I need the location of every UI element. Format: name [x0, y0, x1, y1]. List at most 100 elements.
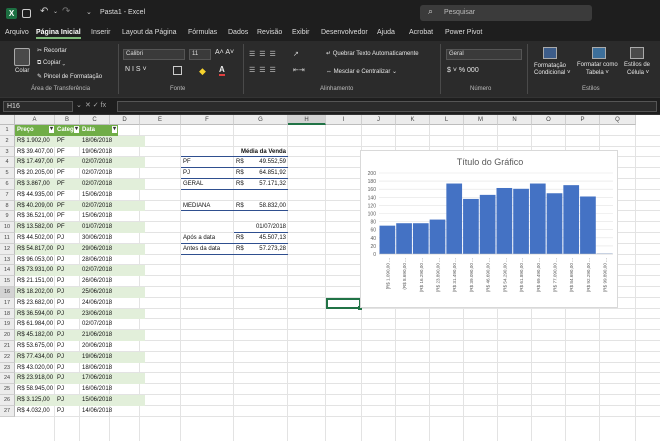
paste-button[interactable]: Colar [15, 68, 29, 74]
row-header-20[interactable]: 20 [0, 330, 15, 341]
date-cell[interactable]: 15/06/2018 [80, 190, 145, 201]
price-cell[interactable]: R$ 23.918,00 [15, 373, 55, 385]
date-cell[interactable]: 02/07/2018 [80, 265, 145, 277]
price-cell[interactable]: R$ 40.209,00 [15, 200, 55, 212]
summary-label-pf[interactable]: PF [181, 157, 234, 169]
price-cell[interactable]: R$ 1.902,00 [15, 135, 55, 147]
column-header-o[interactable]: O [532, 115, 566, 125]
date-cell[interactable]: 26/06/2018 [80, 276, 145, 287]
price-cell[interactable]: R$ 43.020,00 [15, 363, 55, 374]
row-header-3[interactable]: 3 [0, 146, 15, 158]
number-format-buttons[interactable]: $ ˅ % 000 [447, 67, 479, 74]
category-cell[interactable]: PJ [55, 287, 80, 298]
table-header-cell[interactable]: Data ▾ [80, 125, 118, 136]
category-cell[interactable]: PJ [55, 319, 80, 330]
summary-currency-apos[interactable]: R$ [234, 233, 254, 244]
summary-currency-pf[interactable]: R$ [234, 157, 254, 169]
summary-date-cell[interactable]: 01/07/2018 [234, 222, 288, 233]
row-header-12[interactable]: 12 [0, 243, 15, 255]
font-name-select[interactable]: Calibri [123, 49, 185, 60]
date-cell[interactable]: 17/06/2018 [80, 373, 145, 385]
category-cell[interactable]: PJ [55, 363, 80, 374]
tab-revisao[interactable]: Revisão [257, 29, 282, 36]
price-cell[interactable]: R$ 21.151,00 [15, 276, 55, 287]
grow-shrink-font-icons[interactable]: A˄ A˅ [215, 49, 234, 56]
column-header-f[interactable]: F [181, 115, 234, 125]
date-cell[interactable]: 19/06/2018 [80, 147, 145, 158]
row-header-6[interactable]: 6 [0, 179, 15, 190]
column-header-n[interactable]: N [498, 115, 532, 125]
price-cell[interactable]: R$ 73.931,00 [15, 265, 55, 277]
wrap-text-button[interactable]: ↵ Quebrar Texto Automaticamente [326, 50, 419, 57]
price-cell[interactable]: R$ 23.682,00 [15, 298, 55, 309]
row-header-13[interactable]: 13 [0, 254, 15, 266]
date-cell[interactable]: 01/07/2018 [80, 222, 145, 233]
undo-dropdown-icon[interactable]: ⌄ [53, 8, 58, 15]
tab-exibir[interactable]: Exibir [292, 29, 310, 36]
tab-formulas[interactable]: Fórmulas [188, 29, 217, 36]
price-cell[interactable]: R$ 45.182,00 [15, 330, 55, 341]
summary-header-cell[interactable]: Média da Venda [181, 147, 288, 158]
format-painter-button[interactable]: ✎ Pincel de Formatação [37, 73, 102, 80]
row-header-2[interactable]: 2 [0, 135, 15, 147]
row-header-9[interactable]: 9 [0, 211, 15, 223]
category-cell[interactable]: PJ [55, 351, 80, 363]
date-cell[interactable]: 02/07/2018 [80, 319, 145, 330]
date-cell[interactable]: 18/06/2018 [80, 363, 145, 374]
select-all-corner[interactable] [0, 115, 15, 125]
font-color-icon[interactable]: A [219, 65, 225, 76]
column-header-g[interactable]: G [234, 115, 288, 125]
selected-cell-h16[interactable] [326, 298, 361, 309]
column-header-q[interactable]: Q [600, 115, 636, 125]
category-cell[interactable]: PJ [55, 341, 80, 352]
category-cell[interactable]: PJ [55, 395, 80, 406]
merge-center-button[interactable]: ⇔ Mesclar e Centralizar ⌄ [326, 68, 397, 75]
paste-icon[interactable] [14, 48, 30, 66]
summary-value-pf[interactable]: 49.552,59 [254, 157, 288, 169]
row-header-7[interactable]: 7 [0, 189, 15, 201]
summary-currency-pj[interactable]: R$ [234, 168, 254, 179]
row-header-11[interactable]: 11 [0, 233, 15, 244]
price-cell[interactable]: R$ 44.502,00 [15, 233, 55, 244]
table-header-cell[interactable]: Categoria▾ [55, 125, 80, 136]
summary-label-antes[interactable]: Antes da data [181, 244, 234, 255]
category-cell[interactable]: PJ [55, 255, 80, 266]
summary-value-antes[interactable]: 57.273,28 [254, 244, 288, 255]
bold-italic-underline-buttons[interactable]: N I S ˅ [125, 66, 147, 73]
category-cell[interactable]: PF [55, 157, 80, 169]
tab-dados[interactable]: Dados [228, 29, 248, 36]
row-header-14[interactable]: 14 [0, 265, 15, 277]
tab-acrobat[interactable]: Acrobat [409, 29, 433, 36]
price-cell[interactable]: R$ 3.125,00 [15, 395, 55, 406]
row-header-1[interactable]: 1 [0, 125, 15, 136]
column-header-d[interactable]: D [110, 115, 140, 125]
vertical-align-icons[interactable]: ☰ ☰ ☰ [249, 50, 277, 58]
category-cell[interactable]: PJ [55, 330, 80, 341]
table-header-cell[interactable]: Preço ▾ [15, 125, 55, 136]
format-as-table-dropdown[interactable]: Tabela ˅ [586, 70, 609, 76]
column-header-j[interactable]: J [362, 115, 396, 125]
borders-icon[interactable] [173, 66, 182, 75]
category-cell[interactable]: PF [55, 179, 80, 190]
row-header-25[interactable]: 25 [0, 384, 15, 395]
row-header-23[interactable]: 23 [0, 362, 15, 374]
conditional-format-dropdown[interactable]: Condicional ˅ [534, 70, 571, 76]
price-cell[interactable]: R$ 39.407,00 [15, 147, 55, 158]
category-cell[interactable]: PJ [55, 384, 80, 395]
category-cell[interactable]: PF [55, 190, 80, 201]
summary-currency-geral[interactable]: R$ [234, 179, 254, 190]
indent-icons[interactable]: ⇤⇥ [293, 66, 305, 74]
summary-value-geral[interactable]: 57.171,32 [254, 179, 288, 190]
customize-toolbar-icon[interactable]: ⌄ [86, 8, 92, 16]
cut-button[interactable]: ✂ Recortar [37, 47, 67, 54]
name-box-dropdown-icon[interactable]: ⌄ [76, 101, 82, 109]
summary-value-pj[interactable]: 64.851,92 [254, 168, 288, 179]
row-header-19[interactable]: 19 [0, 319, 15, 331]
summary-value-mediana[interactable]: 58.832,00 [254, 201, 288, 212]
row-header-4[interactable]: 4 [0, 157, 15, 169]
price-cell[interactable]: R$ 17.497,00 [15, 157, 55, 169]
summary-label-apos[interactable]: Após a data [181, 233, 234, 244]
date-cell[interactable]: 18/06/2018 [80, 135, 145, 147]
column-header-h[interactable]: H [288, 115, 326, 125]
date-cell[interactable]: 15/06/2018 [80, 211, 145, 222]
